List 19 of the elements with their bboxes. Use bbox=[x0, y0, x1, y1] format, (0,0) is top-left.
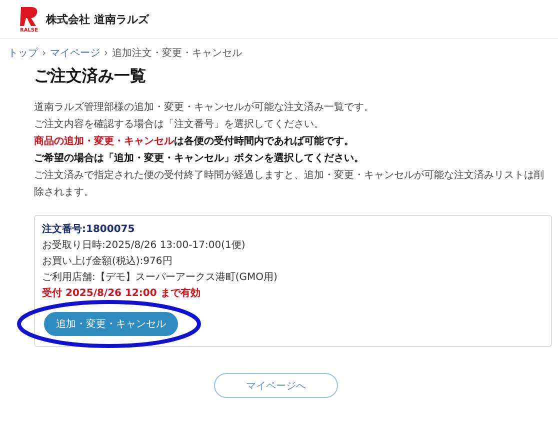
intro-text: 道南ラルズ管理部様の追加・変更・キャンセルが可能な注文済み一覧です。 bbox=[34, 100, 375, 115]
breadcrumb-current: 追加注文・変更・キャンセル bbox=[112, 46, 242, 60]
breadcrumb-separator-icon: › bbox=[104, 48, 108, 58]
order-number-link[interactable]: 注文番号:1800075 bbox=[42, 222, 135, 238]
breadcrumb-separator-icon: › bbox=[42, 48, 46, 58]
order-detail: ご利用店舗:【デモ】スーパーアークス港町(GMO用) bbox=[42, 270, 278, 285]
intro-text: 商品の追加・変更・キャンセルは各便の受付時間内であれば可能です。 bbox=[34, 134, 355, 149]
order-detail: お買い上げ金額(税込):976円 bbox=[42, 254, 174, 269]
company-name: 株式会社 道南ラルズ bbox=[46, 12, 149, 26]
mypage-button[interactable]: マイページへ bbox=[214, 373, 338, 398]
intro-text: ご注文内容を確認する場合は「注文番号」を選択してください。 bbox=[34, 118, 325, 132]
page-title: ご注文済み一覧 bbox=[34, 66, 147, 87]
intro-text: ご注文済みで指定された便の受付終了時間が経過しますと、追加・変更・キャンセルが可能な注文済みリストは削除されます。 bbox=[34, 168, 545, 200]
breadcrumb-link[interactable]: トップ bbox=[8, 46, 38, 60]
order-detail: お受取り日時:2025/8/26 13:00-17:00(1便) bbox=[42, 238, 246, 253]
intro-text: ご希望の場合は「追加・変更・キャンセル」ボタンを選択してください。 bbox=[34, 151, 365, 166]
breadcrumb-link[interactable]: マイページ bbox=[50, 46, 100, 60]
deadline-text: 受付 2025/8/26 12:00 まで有効 bbox=[42, 286, 202, 301]
modify-order-button[interactable]: 追加・変更・キャンセル bbox=[44, 312, 178, 336]
